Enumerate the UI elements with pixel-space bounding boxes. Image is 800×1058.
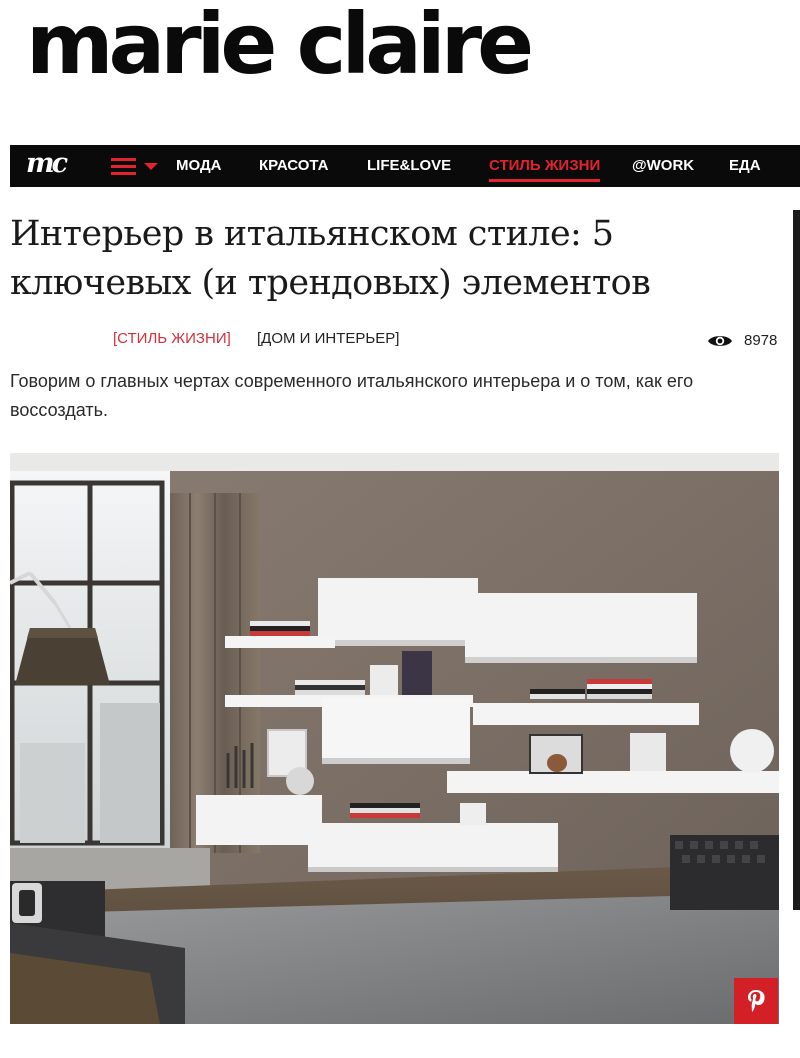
nav-item-eda[interactable]: ЕДА <box>729 145 761 187</box>
nav-item-life-love[interactable]: LIFE&LOVE <box>367 145 451 187</box>
nav-item-work[interactable]: @WORK <box>632 145 694 187</box>
article-lead: Говорим о главных чертах современного ит… <box>10 371 694 420</box>
chevron-down-icon <box>144 163 158 170</box>
tag-dom-i-interier[interactable]: [ДОМ И ИНТЕРЬЕР] <box>257 330 399 348</box>
nav-item-moda[interactable]: МОДА <box>176 145 221 187</box>
nav-item-stil-zhizni[interactable]: СТИЛЬ ЖИЗНИ <box>489 145 601 187</box>
hamburger-icon[interactable] <box>111 158 158 176</box>
living-room-illustration <box>10 453 779 1024</box>
pinterest-share-button[interactable] <box>734 978 778 1024</box>
nav-brand-logo[interactable]: mc <box>26 149 68 179</box>
view-count: 8978 <box>744 332 778 349</box>
tag-stil-zhizni[interactable]: [СТИЛЬ ЖИЗНИ] <box>113 330 231 348</box>
page-edge-sliver <box>793 210 800 910</box>
hero-image <box>10 453 779 1024</box>
article-title: Интерьер в итальянском стиле: 5 ключевых… <box>10 214 651 303</box>
main-nav: mc МОДА КРАСОТА LIFE&LOVE СТИЛЬ ЖИЗНИ @W… <box>10 145 800 187</box>
pinterest-icon <box>748 990 765 1012</box>
nav-item-krasota[interactable]: КРАСОТА <box>259 145 328 187</box>
eye-icon <box>708 336 732 346</box>
site-logo[interactable]: marie claire <box>26 2 534 86</box>
